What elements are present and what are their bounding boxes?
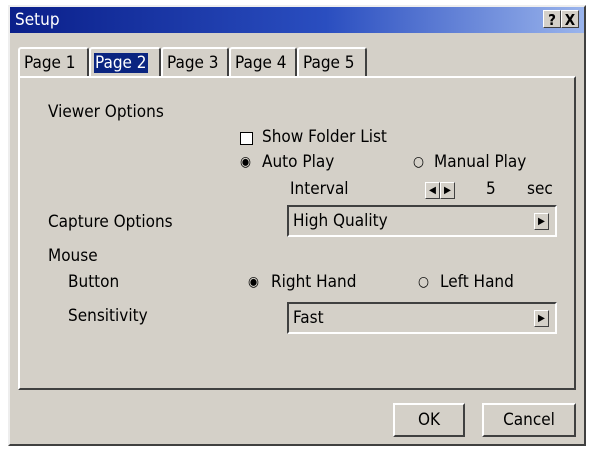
interval-unit: sec: [527, 179, 553, 199]
tab-label: Page 2: [94, 53, 148, 73]
window-title: Setup: [15, 10, 60, 30]
setup-dialog: Setup ? X Page 1 Page 2 Page 3 Page 4 Pa…: [8, 5, 586, 446]
close-icon: X: [564, 11, 576, 29]
right-hand-radio[interactable]: ◉: [248, 275, 262, 289]
sensitivity-label: Sensitivity: [68, 306, 148, 326]
capture-quality-value: High Quality: [293, 211, 388, 231]
close-button[interactable]: X: [561, 10, 579, 29]
sensitivity-dropdown-button[interactable]: ▶: [534, 310, 549, 327]
cancel-button-label: Cancel: [503, 410, 555, 430]
right-hand-label: Right Hand: [271, 272, 357, 292]
manual-play-radio[interactable]: ○: [413, 155, 427, 169]
ok-button-label: OK: [417, 410, 441, 430]
tab-page-4[interactable]: Page 4: [229, 47, 297, 77]
interval-decrease-button[interactable]: ◀: [425, 182, 440, 199]
interval-label: Interval: [290, 179, 349, 199]
title-bar[interactable]: Setup ? X: [10, 7, 584, 33]
capture-quality-dropdown[interactable]: High Quality ▶: [287, 205, 557, 237]
tab-page-2[interactable]: Page 2: [89, 47, 161, 77]
viewer-options-heading: Viewer Options: [48, 102, 164, 122]
tab-page-5[interactable]: Page 5: [297, 47, 367, 77]
right-arrow-icon: ▶: [444, 185, 451, 196]
sensitivity-value: Fast: [293, 308, 324, 328]
auto-play-radio[interactable]: ◉: [240, 155, 254, 169]
show-folder-list-checkbox[interactable]: [240, 132, 253, 145]
cancel-button[interactable]: Cancel: [482, 403, 576, 437]
mouse-heading: Mouse: [48, 246, 98, 266]
tab-label: Page 5: [303, 53, 355, 73]
tab-page-3[interactable]: Page 3: [161, 47, 229, 77]
capture-options-heading: Capture Options: [48, 212, 173, 232]
tab-panel: Viewer Options Show Folder List ◉ Auto P…: [18, 76, 576, 390]
mouse-button-label: Button: [68, 272, 120, 292]
help-button[interactable]: ?: [543, 10, 561, 29]
manual-play-label: Manual Play: [434, 152, 527, 172]
sensitivity-dropdown[interactable]: Fast ▶: [287, 302, 557, 334]
help-icon: ?: [548, 11, 556, 29]
tab-page-1[interactable]: Page 1: [18, 47, 89, 77]
auto-play-label: Auto Play: [262, 152, 335, 172]
tab-label: Page 4: [235, 53, 287, 73]
right-arrow-icon: ▶: [538, 313, 545, 324]
show-folder-list-label: Show Folder List: [262, 127, 387, 147]
tab-label: Page 3: [167, 53, 219, 73]
capture-dropdown-button[interactable]: ▶: [534, 213, 549, 230]
right-arrow-icon: ▶: [538, 216, 545, 227]
ok-button[interactable]: OK: [393, 403, 465, 437]
left-arrow-icon: ◀: [429, 185, 436, 196]
interval-increase-button[interactable]: ▶: [440, 182, 455, 199]
left-hand-radio[interactable]: ○: [418, 275, 432, 289]
interval-value: 5: [486, 179, 496, 199]
left-hand-label: Left Hand: [440, 272, 514, 292]
tab-label: Page 1: [24, 53, 76, 73]
